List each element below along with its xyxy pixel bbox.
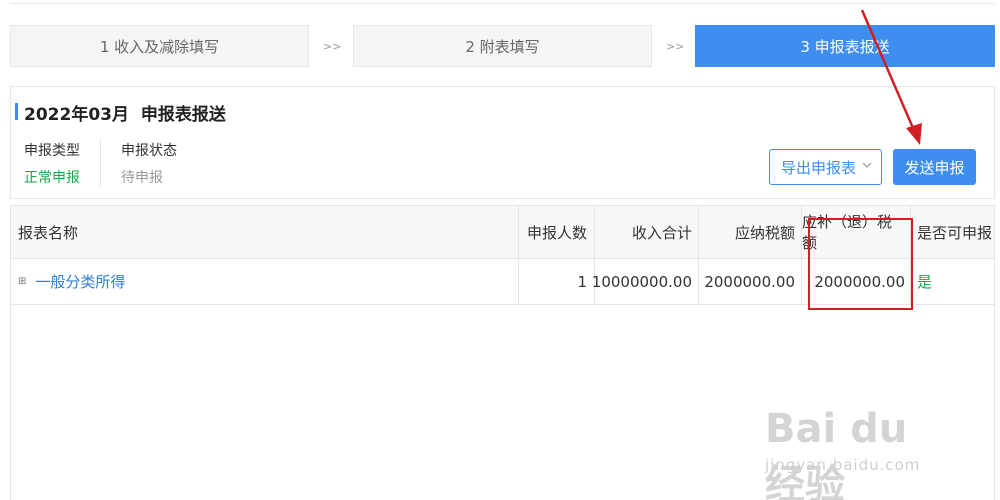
period-title: 2022年03月	[24, 105, 129, 125]
title-accent-bar	[15, 103, 18, 120]
page-title-text: 申报表报送	[140, 105, 226, 125]
people-count-cell: 1	[519, 259, 595, 304]
can-declare-cell: 是	[917, 273, 933, 291]
export-declaration-button[interactable]: 导出申报表	[769, 149, 882, 185]
step-separator: >>	[666, 39, 685, 53]
column-header-can-declare: 是否可申报	[917, 223, 993, 242]
declaration-summary-card: 2022年03月 申报表报送 申报类型 正常申报 申报状态 待申报 导出申报表 …	[10, 86, 995, 199]
step-progress: 1 收入及减除填写 >> 2 附表填写 >> 3 申报表报送	[10, 25, 995, 67]
info-divider	[100, 139, 101, 187]
income-total-cell: 10000000.00	[592, 259, 699, 304]
step-income-deduction[interactable]: 1 收入及减除填写	[10, 25, 309, 67]
annotation-highlight-box	[808, 218, 913, 310]
chevron-down-icon	[862, 159, 872, 173]
export-button-label: 导出申报表	[781, 158, 857, 177]
expand-icon[interactable]: ⊞	[18, 276, 26, 287]
baidu-jingyan-watermark: Bai du 经验 jingyan.baidu.com	[765, 398, 950, 500]
declare-status-value: 待申报	[121, 170, 163, 186]
declare-type-label: 申报类型	[24, 143, 80, 159]
watermark-url: jingyan.baidu.com	[765, 456, 921, 474]
column-header-report-name: 报表名称	[11, 206, 519, 258]
page-title: 2022年03月 申报表报送	[24, 100, 226, 125]
declare-status-label: 申报状态	[121, 143, 177, 159]
watermark-logo: Bai du 经验	[765, 406, 908, 500]
send-declaration-button[interactable]: 发送申报	[893, 149, 976, 185]
step-separator: >>	[323, 39, 342, 53]
report-name-cell: ⊞ 一般分类所得	[11, 259, 519, 304]
top-divider	[10, 3, 995, 4]
step-submit-declaration[interactable]: 3 申报表报送	[695, 25, 995, 67]
column-header-income: 收入合计	[595, 206, 699, 258]
declare-type-value: 正常申报	[24, 170, 80, 186]
column-header-tax-payable: 应纳税额	[699, 206, 802, 258]
report-name-link[interactable]: 一般分类所得	[35, 271, 125, 292]
step-attachment[interactable]: 2 附表填写	[353, 25, 652, 67]
column-header-people: 申报人数	[519, 206, 595, 258]
tax-payable-cell: 2000000.00	[699, 259, 802, 304]
